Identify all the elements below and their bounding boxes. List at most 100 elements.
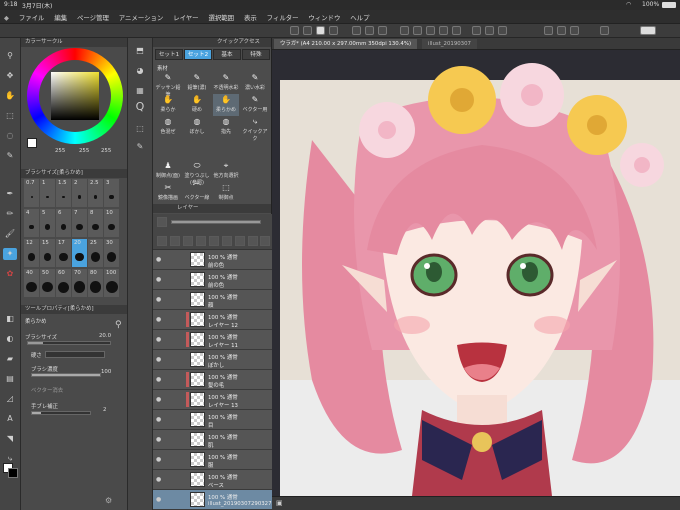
subtool-button[interactable]: ◍ 指先 (213, 116, 239, 138)
blend-tool-icon[interactable]: ◐ (3, 333, 17, 345)
lock-layer-button[interactable] (209, 236, 219, 246)
select-all-button[interactable] (439, 26, 448, 35)
subtool-button[interactable]: ✎ 不透明水彩 (213, 72, 239, 94)
opacity-slider[interactable] (171, 220, 261, 224)
layer-row[interactable]: ● 100 % 通常肌 (153, 430, 272, 450)
brush-size-cell[interactable]: 15 (40, 239, 55, 267)
layer-row[interactable]: ● 100 % 通常 ベース (153, 470, 272, 490)
history-icon[interactable]: ▦ (132, 84, 148, 98)
brush-size-cell[interactable]: 60 (56, 269, 71, 297)
brush-size-cell[interactable]: 100 (104, 269, 119, 297)
layer-row[interactable]: ● 100 % 通常 髪の毛 (153, 370, 272, 390)
merge-layer-button[interactable] (235, 236, 245, 246)
menu-animation[interactable]: アニメーション (115, 10, 167, 22)
brush-size-cell[interactable]: 7 (72, 209, 87, 237)
brush-size-cell[interactable]: 12 (24, 239, 39, 267)
subtool-button[interactable]: ⌖ 他方向選択 (213, 160, 239, 182)
tool-property-search-icon[interactable]: ⚲ (115, 320, 122, 330)
text-tool-icon[interactable]: A (3, 413, 17, 425)
invert-selection-button[interactable] (426, 26, 435, 35)
canvas-info-icon[interactable]: ▣ (276, 499, 283, 507)
lasso-tool-icon[interactable]: ◌ (3, 130, 17, 142)
home-button[interactable] (290, 26, 299, 35)
brush-size-cell[interactable]: 10 (104, 209, 119, 237)
gradient-tool-icon[interactable]: ▤ (3, 373, 17, 385)
decoration-tool-icon[interactable]: ✿ (3, 268, 17, 280)
tool-group-icon[interactable]: ⬒ (132, 44, 148, 58)
brush-size-cell[interactable]: 4 (24, 209, 39, 237)
clip-layer-button[interactable] (196, 236, 206, 246)
snap-button[interactable] (472, 26, 481, 35)
menu-layer[interactable]: レイヤー (169, 10, 202, 22)
brush-size-cell[interactable]: 40 (24, 269, 39, 297)
gallery-button[interactable] (544, 26, 553, 35)
subtool-button[interactable]: ✎ デッサン鉛筆 (155, 72, 181, 98)
deselect-button[interactable] (413, 26, 422, 35)
undo-button[interactable] (303, 26, 312, 35)
subtool-button[interactable]: ◍ ぼかし (184, 116, 210, 138)
help-button[interactable] (640, 26, 656, 35)
zoom-tool-icon[interactable]: ⚲ (3, 50, 17, 62)
subtool-button[interactable]: ✂ 鏡像描画 (155, 182, 181, 204)
tab-basic[interactable]: 基本 (213, 49, 241, 60)
settings-button[interactable] (600, 26, 609, 35)
layer-visibility-icon[interactable]: ● (156, 336, 164, 344)
color-set-icon[interactable]: ◕ (132, 64, 148, 78)
brush-size-cell[interactable]: 70 (72, 269, 87, 297)
layer-row[interactable]: ● 100 % 通常顔 (153, 290, 272, 310)
canvas-tab-2[interactable]: illust_20190307 (422, 39, 477, 49)
layer-visibility-icon[interactable]: ● (156, 276, 164, 284)
subtool-button[interactable]: ✋ 柔らかめ (213, 94, 239, 116)
brush-size-cell[interactable]: 8 (88, 209, 103, 237)
hardness-slider[interactable] (45, 351, 105, 358)
transform-button[interactable] (400, 26, 409, 35)
subtool-button[interactable]: ✎ ベクター用 (242, 94, 268, 116)
brush-size-cell[interactable]: 50 (40, 269, 55, 297)
subtool-button[interactable]: ✎ 鉛筆(濃) (184, 72, 210, 94)
brush-size-cell[interactable]: 25 (88, 239, 103, 267)
brush-size-cell[interactable]: 5 (40, 209, 55, 237)
delete-layer-button[interactable] (260, 236, 270, 246)
ruler-button[interactable] (485, 26, 494, 35)
brush-size-cell[interactable]: 1 (40, 179, 55, 207)
tab-set1[interactable]: セット1 (155, 49, 183, 60)
brush-tool-icon[interactable]: 🖌 (3, 228, 17, 240)
menu-file[interactable]: ファイル (15, 10, 49, 22)
subtool-button[interactable] (242, 138, 268, 160)
layer-row[interactable]: ● 100 % 通常illust_2019030729032734.8 (153, 490, 272, 510)
menu-page[interactable]: ページ管理 (73, 10, 113, 22)
layer-row[interactable]: ● 100 % 通常服 (153, 450, 272, 470)
brush-size-cell[interactable]: 17 (56, 239, 71, 267)
subtool-button[interactable]: ⌒ ベクター線 (184, 182, 210, 204)
canvas-tab-active[interactable]: ウラガ* (A4 210.00 x 297.00mm 350dpi 130.4%… (274, 39, 418, 49)
selection-tool-icon[interactable]: ⬚ (3, 110, 17, 122)
subtool-button[interactable] (213, 138, 239, 160)
brush-size-cell[interactable]: 6 (56, 209, 71, 237)
menu-filter[interactable]: フィルター (263, 10, 303, 22)
subtool-button[interactable]: ⬭ 塗りつぶし(参照) (184, 160, 210, 186)
brush-size-cell[interactable]: 2 (72, 179, 87, 207)
material-icon[interactable]: ✎ (132, 140, 148, 154)
copy-layer-button[interactable] (248, 236, 258, 246)
sub-color-swatch[interactable] (8, 468, 18, 478)
subtool-button[interactable] (184, 138, 210, 160)
save-button[interactable] (329, 26, 338, 35)
app-logo-icon[interactable]: ◆ (0, 11, 13, 22)
delete-button[interactable] (352, 26, 361, 35)
layer-row[interactable]: ● 100 % 通常 レイヤー 13 (153, 390, 272, 410)
redo-button[interactable] (316, 26, 325, 35)
subtool-button[interactable]: ⬚ 制御点 (213, 182, 239, 204)
fullscreen-button[interactable] (570, 26, 579, 35)
layer-visibility-icon[interactable]: ● (156, 316, 164, 324)
brush-size-cell[interactable]: 2.5 (88, 179, 103, 207)
menu-selection[interactable]: 選択範囲 (204, 10, 238, 22)
subtool-button[interactable] (155, 138, 181, 160)
illustration-canvas[interactable] (272, 50, 680, 496)
saturation-value-square[interactable] (51, 72, 99, 120)
layer-row[interactable]: ● 100 % 通常目 (153, 410, 272, 430)
brush-size-cell[interactable]: 1.5 (56, 179, 71, 207)
brush-size-cell[interactable]: 80 (88, 269, 103, 297)
pencil-tool-icon[interactable]: ✏ (3, 208, 17, 220)
figure-tool-icon[interactable]: ◿ (3, 393, 17, 405)
tab-set2[interactable]: セット2 (184, 49, 212, 60)
